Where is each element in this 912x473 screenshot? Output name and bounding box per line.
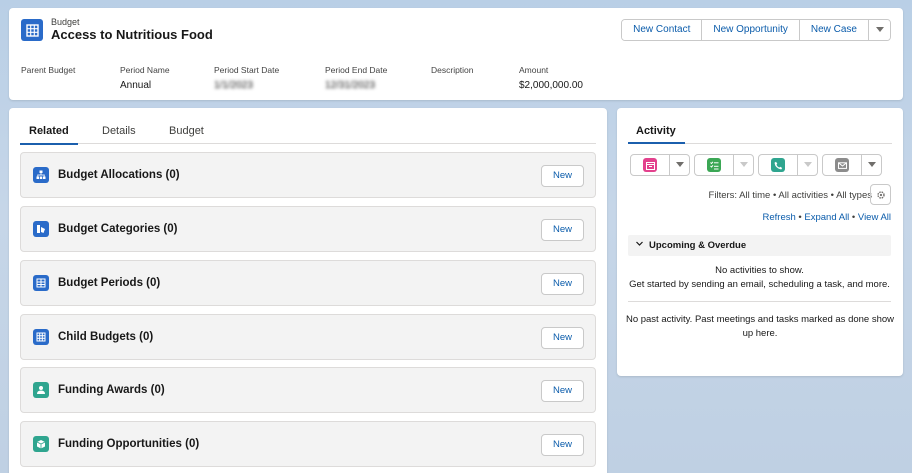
field-label: Period Start Date	[214, 65, 280, 75]
chevron-down-icon	[739, 162, 748, 167]
related-list-title[interactable]: Budget Categories (0)	[58, 223, 178, 235]
email-menu-button[interactable]	[862, 155, 881, 175]
field-parent-budget: Parent Budget	[21, 65, 120, 91]
related-list-funding-awards: Funding Awards (0) New	[20, 367, 596, 413]
expand-all-link[interactable]: Expand All	[804, 212, 849, 223]
calendar-grid-icon	[33, 275, 49, 291]
related-list-title[interactable]: Funding Awards (0)	[58, 384, 165, 396]
tab-budget[interactable]: Budget	[169, 125, 204, 137]
related-list-budget-periods: Budget Periods (0) New	[20, 260, 596, 306]
field-label: Parent Budget	[21, 65, 76, 75]
record-type-label: Budget	[51, 17, 80, 27]
activity-panel: Activity Filters: All time • All activit…	[617, 108, 903, 376]
related-list-budget-categories: Budget Categories (0) New	[20, 206, 596, 252]
more-actions-button[interactable]	[869, 20, 890, 40]
send-email-button[interactable]	[822, 154, 882, 176]
category-icon	[33, 221, 49, 237]
tab-related[interactable]: Related	[20, 125, 78, 145]
tab-details[interactable]: Details	[102, 125, 136, 137]
field-label: Period End Date	[325, 65, 388, 75]
hierarchy-icon	[33, 167, 49, 183]
active-tab-indicator	[628, 142, 685, 144]
divider	[628, 301, 891, 302]
box-icon	[33, 436, 49, 452]
call-icon	[771, 158, 785, 172]
chevron-down-icon	[675, 162, 684, 167]
event-icon	[643, 158, 657, 172]
tab-activity[interactable]: Activity	[636, 125, 676, 137]
gear-icon	[876, 190, 885, 199]
table-icon	[33, 329, 49, 345]
log-call-main[interactable]	[759, 155, 798, 175]
record-tabs: Related Details Budget	[20, 118, 596, 145]
award-icon	[33, 382, 49, 398]
new-task-main[interactable]	[695, 155, 734, 175]
call-menu-button	[798, 155, 817, 175]
upcoming-overdue-title: Upcoming & Overdue	[649, 240, 747, 251]
link-separator: •	[849, 212, 858, 223]
task-icon	[707, 158, 721, 172]
budget-icon	[21, 19, 43, 41]
main-panel: Related Details Budget Budget Allocation…	[9, 108, 607, 473]
upcoming-overdue-section[interactable]: Upcoming & Overdue	[628, 235, 891, 256]
header-actions: New Contact New Opportunity New Case	[621, 19, 891, 41]
related-list-title[interactable]: Budget Periods (0)	[58, 277, 160, 289]
field-value-blurred: 1/1/2023	[214, 80, 253, 91]
related-list-title[interactable]: Funding Opportunities (0)	[58, 438, 199, 450]
field-period-start-date: Period Start Date 1/1/2023	[214, 65, 325, 91]
new-funding-opportunity-button[interactable]: New	[541, 434, 584, 456]
field-period-end-date: Period End Date 12/31/2023	[325, 65, 431, 91]
new-opportunity-button[interactable]: New Opportunity	[702, 20, 800, 40]
get-started-text: Get started by sending an email, schedul…	[629, 279, 890, 290]
new-event-button[interactable]	[630, 154, 690, 176]
filter-settings-button[interactable]	[870, 184, 891, 205]
chevron-down-icon	[803, 162, 812, 167]
new-funding-award-button[interactable]: New	[541, 380, 584, 402]
activity-filters-text: Filters: All time • All activities • All…	[708, 190, 872, 201]
record-header: Budget Access to Nutritious Food New Con…	[9, 8, 903, 100]
field-label: Description	[431, 65, 474, 75]
chevron-down-icon	[867, 162, 876, 167]
field-label: Amount	[519, 65, 549, 75]
view-all-link[interactable]: View All	[858, 212, 891, 223]
related-list-budget-allocations: Budget Allocations (0) New	[20, 152, 596, 198]
field-description: Description	[431, 65, 519, 91]
refresh-link[interactable]: Refresh	[763, 212, 796, 223]
new-child-budget-button[interactable]: New	[541, 327, 584, 349]
related-list-title[interactable]: Budget Allocations (0)	[58, 169, 180, 181]
new-event-main[interactable]	[631, 155, 670, 175]
log-call-button[interactable]	[758, 154, 818, 176]
event-menu-button[interactable]	[670, 155, 689, 175]
field-value: $2,000,000.00	[519, 80, 583, 91]
new-contact-button[interactable]: New Contact	[622, 20, 703, 40]
chevron-down-icon	[636, 241, 643, 246]
no-activities-text: No activities to show.	[715, 265, 804, 276]
new-case-button[interactable]: New Case	[799, 20, 869, 40]
field-value: Annual	[120, 80, 152, 91]
task-menu-button	[734, 155, 753, 175]
field-value-blurred: 12/31/2023	[325, 80, 376, 91]
past-activity-text: No past activity. Past meetings and task…	[625, 314, 895, 339]
chevron-down-icon	[875, 27, 884, 32]
highlights-panel: Parent Budget Period Name Annual Period …	[21, 65, 619, 91]
related-list-child-budgets: Child Budgets (0) New	[20, 314, 596, 360]
new-budget-allocation-button[interactable]: New	[541, 165, 584, 187]
email-icon	[835, 158, 849, 172]
empty-activity-message: No activities to show. Get started by se…	[628, 264, 891, 292]
new-budget-category-button[interactable]: New	[541, 219, 584, 241]
related-list-title[interactable]: Child Budgets (0)	[58, 331, 153, 343]
related-list-funding-opportunities: Funding Opportunities (0) New	[20, 421, 596, 467]
field-amount: Amount $2,000,000.00	[519, 65, 619, 91]
record-title: Access to Nutritious Food	[51, 27, 213, 42]
field-label: Period Name	[120, 65, 170, 75]
field-period-name: Period Name Annual	[120, 65, 214, 91]
new-budget-period-button[interactable]: New	[541, 273, 584, 295]
send-email-main[interactable]	[823, 155, 862, 175]
new-task-button[interactable]	[694, 154, 754, 176]
activity-links: Refresh • Expand All • View All	[763, 212, 891, 223]
